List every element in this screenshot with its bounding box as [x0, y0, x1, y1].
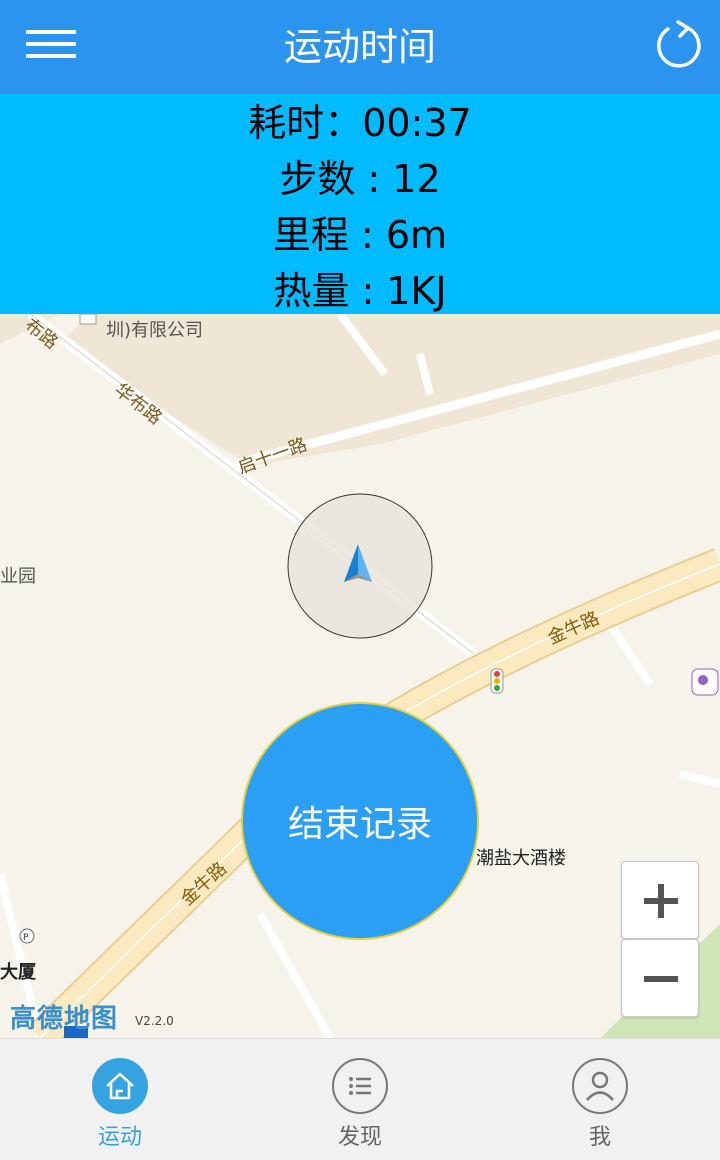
tab-label: 我	[588, 1125, 611, 1150]
minus-icon	[644, 976, 678, 982]
tab-sport[interactable]: 运动	[0, 1039, 240, 1160]
app-bar: 运动时间	[0, 0, 720, 94]
user-icon	[571, 1057, 629, 1115]
calories-stat: 热量 : 1KJ	[273, 269, 447, 313]
page-title: 运动时间	[283, 25, 436, 69]
end-record-button[interactable]: 结束记录	[241, 702, 479, 940]
tab-me[interactable]: 我	[480, 1039, 720, 1160]
poi-label: 大厦	[0, 962, 36, 983]
duration-stat: 耗时：00:37	[248, 101, 472, 145]
zoom-in-button[interactable]	[621, 861, 699, 939]
bottom-tab-bar: 运动 发现 我	[0, 1038, 720, 1160]
poi-label: 圳)有限公司	[106, 320, 204, 341]
map-provider-logo: 高德地图	[10, 1004, 119, 1034]
stats-panel: 耗时：00:37 步数 : 12 里程 : 6m 热量 : 1KJ	[0, 94, 720, 314]
tab-label: 运动	[97, 1125, 142, 1150]
tab-discover[interactable]: 发现	[240, 1039, 480, 1160]
tab-label: 发现	[337, 1125, 382, 1150]
map-version: V2.2.0	[135, 1014, 174, 1028]
refresh-icon[interactable]	[652, 18, 704, 74]
plus-icon	[644, 884, 678, 918]
navigation-arrow-icon	[340, 542, 380, 586]
distance-stat: 里程 : 6m	[272, 213, 448, 257]
svg-text:P: P	[23, 933, 29, 943]
list-icon	[331, 1057, 389, 1115]
zoom-out-button[interactable]	[621, 939, 699, 1017]
poi-label: 潮盐大酒楼	[476, 848, 566, 869]
home-icon	[91, 1057, 149, 1115]
poi-label: 业园	[0, 566, 36, 587]
steps-stat: 步数 : 12	[279, 157, 441, 201]
